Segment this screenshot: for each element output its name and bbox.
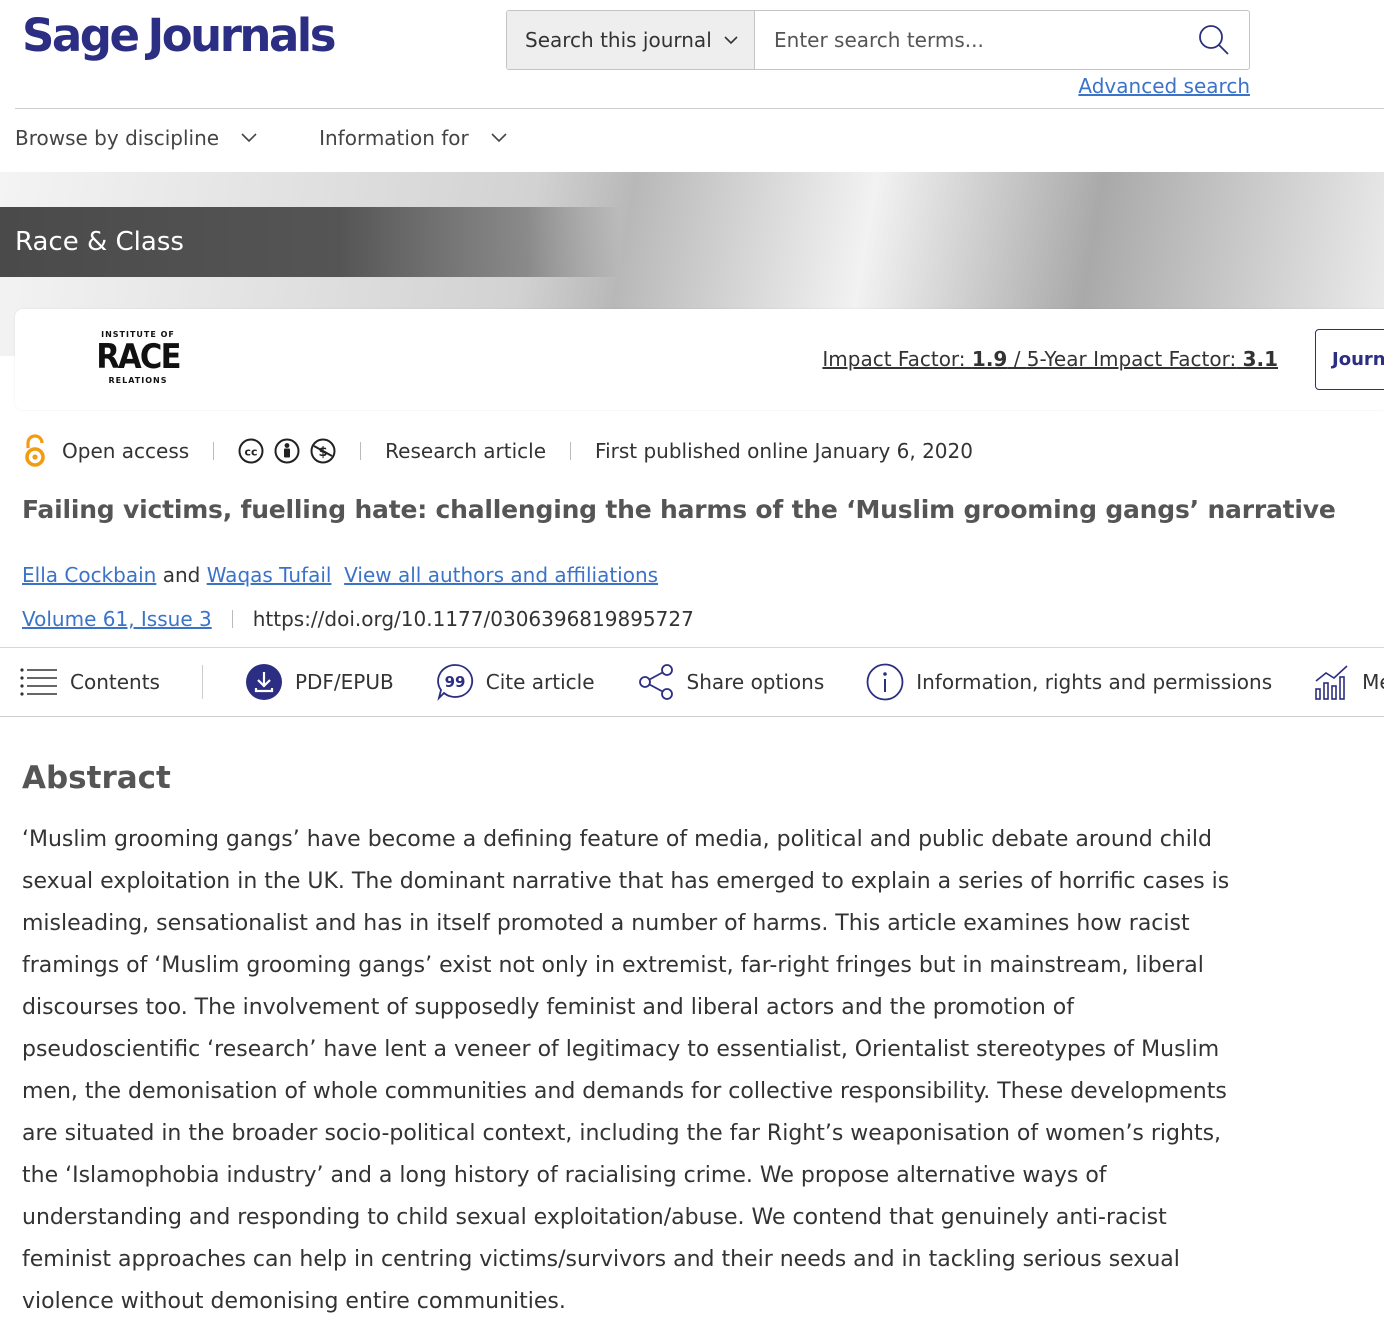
volume-doi-row: Volume 61, Issue 3 https://doi.org/10.11… [22,607,694,631]
header-divider [15,108,1384,109]
advanced-search-link[interactable]: Advanced search [1078,74,1250,98]
information-rights-label: Information, rights and permissions [916,670,1273,694]
chevron-down-icon [724,35,738,44]
cc-icon: cc [238,438,264,464]
pdf-epub-label: PDF/EPUB [294,670,394,694]
nav-info-label: Information for [319,126,469,150]
journal-logo-line2: RACE [96,337,181,377]
search-button[interactable] [1179,11,1249,69]
cc-by-icon [274,438,300,464]
journal-homepage-button[interactable]: Journal [1315,329,1384,390]
sage-journals-logo[interactable]: Sage Journals [22,8,337,64]
info-icon [866,663,904,701]
five-year-impact-value: 3.1 [1242,347,1278,371]
article-title: Failing victims, fuelling hate: challeng… [22,495,1336,524]
share-options-label: Share options [686,670,825,694]
impact-factor-link[interactable]: Impact Factor: 1.9 / 5-Year Impact Facto… [822,347,1278,371]
contents-label: Contents [70,670,160,694]
nav-browse-by-discipline[interactable]: Browse by discipline [15,126,257,150]
search-bar: Search this journal [506,10,1250,70]
article-meta-row: Open access cc $ Research article First … [22,430,973,472]
journal-info-card: INSTITUTE OF RACE RELATIONS Impact Facto… [15,309,1384,410]
share-options-button[interactable]: Share options [637,663,825,701]
doi-text[interactable]: https://doi.org/10.1177/0306396819895727 [253,607,694,631]
publication-date: First published online January 6, 2020 [595,439,973,463]
article-type: Research article [385,439,547,463]
search-scope-label: Search this journal [525,28,712,52]
meta-separator [213,442,215,460]
share-icon [638,664,673,700]
author-conjunction: and [162,563,201,587]
nav-browse-label: Browse by discipline [15,126,220,150]
meta-separator [360,442,362,460]
logo-text-journals: Journals [147,9,337,62]
author-link-waqas-tufail[interactable]: Waqas Tufail [207,563,332,587]
impact-factor-label: Impact Factor: [822,347,966,371]
journal-name[interactable]: Race & Class [15,227,184,257]
nav-information-for[interactable]: Information for [319,126,507,150]
author-list: Ella Cockbain and Waqas Tufail View all … [22,563,658,587]
open-access-label: Open access [62,439,190,463]
chevron-down-icon [491,133,507,143]
quote-icon: 99 [436,664,473,701]
cc-nc-icon: $ [310,438,336,464]
search-scope-dropdown[interactable]: Search this journal [507,11,755,69]
main-nav: Browse by discipline Information for [15,110,507,166]
creative-commons-license[interactable]: cc $ [238,438,336,464]
toolbar-divider-bottom [0,716,1384,717]
download-icon [245,664,282,700]
abstract-heading: Abstract [22,760,171,796]
chevron-down-icon [241,133,257,143]
journal-cover-logo[interactable]: INSTITUTE OF RACE RELATIONS [51,328,225,392]
metrics-button[interactable]: Metrics [1314,663,1384,701]
cite-article-button[interactable]: 99 Cite article [436,663,595,701]
information-rights-button[interactable]: Information, rights and permissions [866,663,1272,701]
impact-factor-value: 1.9 [971,347,1008,371]
search-input[interactable] [755,11,1179,69]
svg-text:99: 99 [444,673,465,691]
author-link-ella-cockbain[interactable]: Ella Cockbain [22,563,156,587]
open-access-icon [25,434,45,467]
journal-button-label: Journal [1332,349,1384,370]
contents-list-icon [20,668,57,696]
toolbar-separator [201,665,203,699]
article-toolbar: Contents PDF/EPUB 99 Cite article Share … [20,648,1384,716]
journal-logo-line3: RELATIONS [108,376,168,385]
abstract-text: ‘Muslim grooming gangs’ have become a de… [22,827,1230,1314]
metrics-label: Metrics [1362,670,1384,694]
pdf-epub-button[interactable]: PDF/EPUB [245,663,394,701]
metrics-chart-icon [1315,665,1348,700]
view-all-authors-link[interactable]: View all authors and affiliations [344,563,658,587]
volume-issue-link[interactable]: Volume 61, Issue 3 [22,607,212,631]
meta-separator [570,442,572,460]
search-icon [1199,25,1229,55]
cite-article-label: Cite article [485,670,595,694]
svg-text:cc: cc [245,446,258,459]
contents-button[interactable]: Contents [20,667,160,697]
logo-text-sage: Sage [22,9,140,62]
meta-separator [231,610,233,628]
five-year-impact-label: 5-Year Impact Factor: [1026,347,1237,371]
